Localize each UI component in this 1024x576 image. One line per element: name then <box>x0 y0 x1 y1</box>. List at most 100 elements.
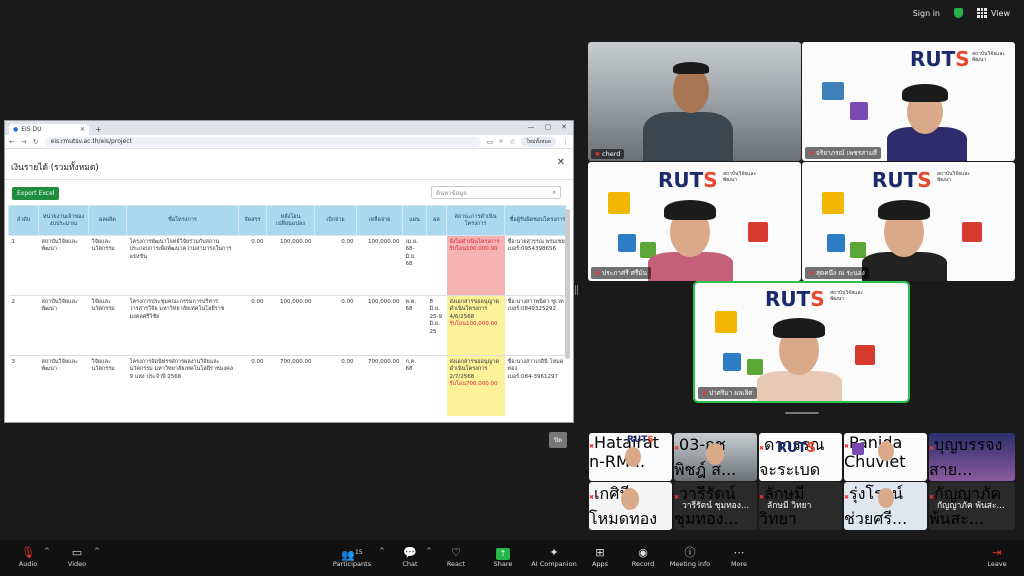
video-tile-active-speaker[interactable]: RUTS สถาบันวิจัยและพัฒนา ✖ ปาศริมา ผลเลิศ <box>693 281 910 403</box>
reload-icon[interactable]: ↻ <box>33 138 39 146</box>
cell-no: 1 <box>8 235 39 296</box>
profile-button[interactable]: ใหม่ทั้งหมด <box>521 136 556 147</box>
cell-project: โครงการจัดนิทรรศการผลงานวิจัยและนวัตกรรม… <box>126 355 239 416</box>
cell-result <box>426 355 447 416</box>
sign-in-button[interactable]: Sign in <box>913 9 940 18</box>
cell-plan: ก.ค. 68 <box>402 355 427 416</box>
status-amount: รับโอน100,000.00 <box>449 246 498 253</box>
gallery-drag-handle[interactable] <box>785 412 819 414</box>
leave-label: Leave <box>987 560 1007 568</box>
tile-name: ประภาศรี ศรีมัน <box>602 269 648 277</box>
cell-no: 3 <box>8 355 39 416</box>
export-excel-button[interactable]: Export Excel <box>12 187 60 200</box>
column-header[interactable]: ชื่อโครงการ <box>126 205 239 236</box>
search-icon[interactable]: ⌕ <box>553 189 556 197</box>
column-header[interactable]: หน่วยงานเจ้าของงบประมาณ <box>38 205 89 236</box>
tile-big-name: ลักษมี วิทยา <box>767 501 812 511</box>
split-handle[interactable] <box>575 285 578 295</box>
back-icon[interactable]: ← <box>9 138 15 146</box>
cast-icon[interactable]: ▭ <box>487 138 494 146</box>
column-header[interactable]: จัดสรร <box>238 205 267 236</box>
tile-name-label: ✖ ประภาศรี ศรีมัน <box>591 267 652 279</box>
ruts-logo-sub: สถาบันวิจัยและพัฒนา <box>972 51 1006 63</box>
video-tile-3[interactable]: RUTS สถาบันวิจัยและพัฒนา ✖ ประภาศรี ศรีมั… <box>588 162 801 281</box>
maximize-icon[interactable]: ▢ <box>545 123 552 131</box>
browser-menu-icon[interactable]: ⋮ <box>562 138 569 146</box>
cell-output: วิจัยและนวัตกรรม <box>88 295 127 356</box>
more-button[interactable]: ⋯ More <box>709 546 769 568</box>
column-header[interactable]: ลำดับ <box>8 205 39 236</box>
column-header[interactable]: ชื่อผู้รับผิดชอบโครงการ <box>504 205 566 236</box>
cell-owner: ชื่อ:นางสาวเกสินี โหมดทอง เบอร์:084-39612… <box>504 355 566 416</box>
tile-big-name: วารีรัตน์ ชุมทอง... <box>682 501 750 511</box>
top-controls: Sign in View <box>913 8 1010 18</box>
strip-tile-1[interactable]: RUTS ✖Hatairat n-RM... <box>589 433 672 481</box>
cell-unit: สถาบันวิจัยและพัฒนา <box>38 235 89 296</box>
puzzle-decoration <box>827 234 845 252</box>
browser-tab[interactable]: ● EIS DU ✕ <box>9 124 89 135</box>
forward-icon[interactable]: → <box>21 138 27 146</box>
leave-button[interactable]: ⇥ Leave <box>967 546 1024 568</box>
strip-tile-2[interactable]: ✖03-กชพิชฎ์ ส... <box>674 433 757 481</box>
column-header[interactable]: ผลผลิต <box>88 205 127 236</box>
video-tile-cherd[interactable]: ✖ cherd <box>588 42 801 161</box>
video-caret-icon[interactable]: ^ <box>94 547 100 555</box>
search-input[interactable]: ค้นหาข้อมูล ⌕ <box>431 186 561 199</box>
bookmark-star-icon[interactable]: ☆ <box>509 138 515 146</box>
window-controls: — ▢ ✕ <box>528 123 568 131</box>
modal-dialog: เงินรายได้ (รวมทั้งหมด) ✕ Export Excel ค… <box>5 149 573 448</box>
table-scrollbar[interactable] <box>565 209 570 359</box>
column-header[interactable]: แผน <box>402 205 427 236</box>
strip-tile-9[interactable]: ✖รุ่งโรจน์ ช่วยศรี... <box>844 482 927 530</box>
window-close-icon[interactable]: ✕ <box>561 123 567 131</box>
strip-tile-10[interactable]: กัญญาภัค พ้นสะ... ✖กัญญาภัค พ้นสะ... <box>929 482 1015 530</box>
cell-status: ส่งเอกสารขออนุญาตดำเนินโครงการ 4/6/2568 ร… <box>446 295 505 356</box>
tab-close-icon[interactable]: ✕ <box>80 126 85 133</box>
mic-off-icon: ✖ <box>702 389 708 397</box>
video-tile-4[interactable]: RUTS สถาบันวิจัยและพัฒนา ✖ สุดคนึง ณ ระนอ… <box>802 162 1015 281</box>
puzzle-decoration <box>855 345 875 365</box>
column-header[interactable]: หลังโอนเปลี่ยนแปลง <box>266 205 315 236</box>
column-header[interactable]: เหลือจ่าย <box>356 205 403 236</box>
column-header[interactable]: เบิกจ่าย <box>314 205 357 236</box>
modal-divider <box>5 179 573 180</box>
strip-tile-3[interactable]: RUTS ✖ดาวรรณ จะระเบด <box>759 433 842 481</box>
strip-tile-7[interactable]: วารีรัตน์ ชุมทอง... ✖วารีรัตน์ ชุมทอง... <box>674 482 757 530</box>
shared-browser-window: ● EIS DU ✕ + — ▢ ✕ ← → ↻ eis.rmutsv.ac.t… <box>4 120 574 448</box>
project-table: ลำดับ หน่วยงานเจ้าของงบประมาณ ผลผลิต ชื่อโค… <box>8 205 566 416</box>
url-field[interactable]: eis.rmutsv.ac.th/eis/project <box>44 136 481 147</box>
status-amount: รับโอน700,000.00 <box>449 381 498 388</box>
column-header[interactable]: ผล <box>426 205 447 236</box>
ruts-logo-sub: สถาบันวิจัยและพัฒนา <box>937 171 971 183</box>
participants-button[interactable]: 👥15 Participants <box>322 546 382 568</box>
tab-title: EIS DU <box>21 126 42 133</box>
view-button[interactable]: View <box>977 8 1010 18</box>
modal-close-icon[interactable]: ✕ <box>557 157 565 168</box>
strip-tile-8[interactable]: ลักษมี วิทยา ✖ลักษมี วิทยา <box>759 482 842 530</box>
minimize-icon[interactable]: — <box>528 123 535 131</box>
participant-video <box>757 371 842 401</box>
strip-tile-5[interactable]: ✖บุญบรรจง สาย... <box>929 433 1015 481</box>
video-tile-2[interactable]: RUTS สถาบันวิจัยและพัฒนา ✖ จริยาภรณ์ เพชร… <box>802 42 1015 161</box>
browser-tab-bar: ● EIS DU ✕ + — ▢ ✕ <box>5 121 573 135</box>
modal-close-button[interactable]: ปิด <box>549 432 567 448</box>
cell-owner: ชื่อ:นางสาวพนิดา ชูเวท เบอร์:0849325292 <box>504 295 566 356</box>
puzzle-decoration <box>850 102 868 120</box>
new-tab-icon[interactable]: + <box>95 125 102 134</box>
owner-phone: เบอร์:084-3961297 <box>507 373 558 380</box>
puzzle-decoration <box>715 311 737 333</box>
cell-status: ยังไม่ดำเนินโครงการ รับโอน100,000.00 <box>446 235 505 296</box>
strip-tile-4[interactable]: ✖Panida Chuviet <box>844 433 927 481</box>
status-text: ส่งเอกสารขออนุญาตดำเนินโครงการ 4/6/2568 <box>449 299 499 320</box>
grid-view-icon <box>977 8 988 18</box>
mic-off-icon: ✖ <box>809 149 815 157</box>
column-header[interactable]: สถานะการดำเนินโครงการ <box>446 205 505 236</box>
tile-big-name: กัญญาภัค พ้นสะ... <box>937 501 1005 511</box>
participants-label: Participants <box>332 560 372 568</box>
cell-project: โครงการพัฒนาโจทย์วิจัยร่วมกับสถานประกอบก… <box>126 235 239 296</box>
cell-allocated: 0.00 <box>238 355 267 416</box>
strip-tile-6[interactable]: ✖เกศินี โหมดทอง <box>589 482 672 530</box>
zoom-icon[interactable]: ⌕ <box>499 137 503 146</box>
tile-name: รุ่งโรจน์ ช่วยศรี... <box>844 484 908 528</box>
cell-result: 8 มิ.ย. 25-9 มิ.ย. 25 <box>426 295 447 356</box>
